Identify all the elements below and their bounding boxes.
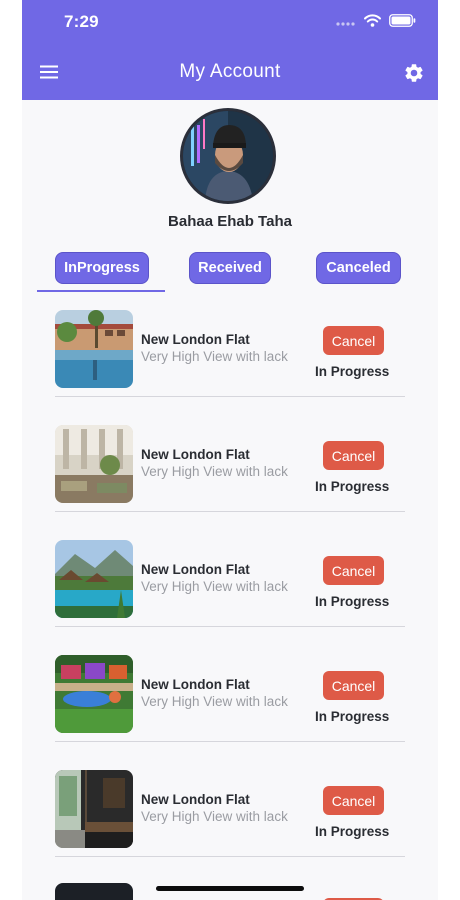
booking-status: In Progress [315, 824, 390, 839]
property-title: New London Flat [141, 332, 250, 347]
booking-status: In Progress [315, 479, 390, 494]
property-thumbnail [55, 310, 133, 388]
property-subtitle: Very High View with lack [141, 694, 288, 709]
avatar-photo [183, 111, 273, 201]
booking-status: In Progress [315, 594, 390, 609]
list-item[interactable]: New London Flat Very High View with lack… [55, 760, 405, 875]
cancel-button[interactable]: Cancel [323, 556, 384, 585]
property-subtitle: Very High View with lack [141, 809, 288, 824]
property-title: New London Flat [141, 792, 250, 807]
list-item[interactable]: New London Flat Very High View with lack… [55, 415, 405, 530]
property-thumbnail [55, 425, 133, 503]
divider [55, 396, 405, 397]
status-icons [336, 14, 416, 27]
tab-received[interactable]: Received [189, 252, 271, 284]
cancel-button[interactable]: Cancel [323, 671, 384, 700]
booking-status: In Progress [315, 709, 390, 724]
property-title: New London Flat [141, 447, 250, 462]
battery-icon [389, 14, 416, 27]
avatar[interactable] [180, 108, 276, 204]
list-item[interactable]: New London Flat Very High View with lack… [55, 530, 405, 645]
property-title: New London Flat [141, 677, 250, 692]
list-item[interactable]: New London Flat Very High View with lack… [55, 645, 405, 760]
settings-icon[interactable] [403, 62, 425, 84]
property-subtitle: Very High View with lack [141, 349, 288, 364]
cancel-button[interactable]: Cancel [323, 326, 384, 355]
signal-icon [336, 21, 355, 26]
app-screen: 7:29 My Account Bahaa Ehab Taha InProgre… [22, 0, 438, 900]
divider [55, 741, 405, 742]
tab-canceled[interactable]: Canceled [316, 252, 401, 284]
property-title: New London Flat [141, 562, 250, 577]
tab-indicator [37, 290, 165, 292]
tab-inprogress[interactable]: InProgress [55, 252, 149, 284]
status-time: 7:29 [64, 12, 99, 31]
wifi-icon [364, 14, 381, 27]
property-subtitle: Very High View with lack [141, 579, 288, 594]
property-thumbnail [55, 770, 133, 848]
divider [55, 856, 405, 857]
booking-tabs: InProgress Received Canceled [22, 250, 438, 295]
user-name: Bahaa Ehab Taha [168, 213, 292, 230]
profile-header: Bahaa Ehab Taha [22, 100, 438, 240]
divider [55, 511, 405, 512]
app-bar: My Account [22, 44, 438, 100]
cancel-button[interactable]: Cancel [323, 441, 384, 470]
property-thumbnail [55, 655, 133, 733]
page-title: My Account [179, 61, 281, 82]
cancel-button[interactable]: Cancel [323, 786, 384, 815]
booking-status: In Progress [315, 364, 390, 379]
list-item[interactable]: New London Flat Very High View with lack… [55, 300, 405, 415]
status-bar: 7:29 [22, 0, 438, 44]
home-indicator [156, 886, 304, 891]
property-subtitle: Very High View with lack [141, 464, 288, 479]
property-thumbnail [55, 540, 133, 618]
property-thumbnail-partial [55, 883, 133, 900]
divider [55, 626, 405, 627]
